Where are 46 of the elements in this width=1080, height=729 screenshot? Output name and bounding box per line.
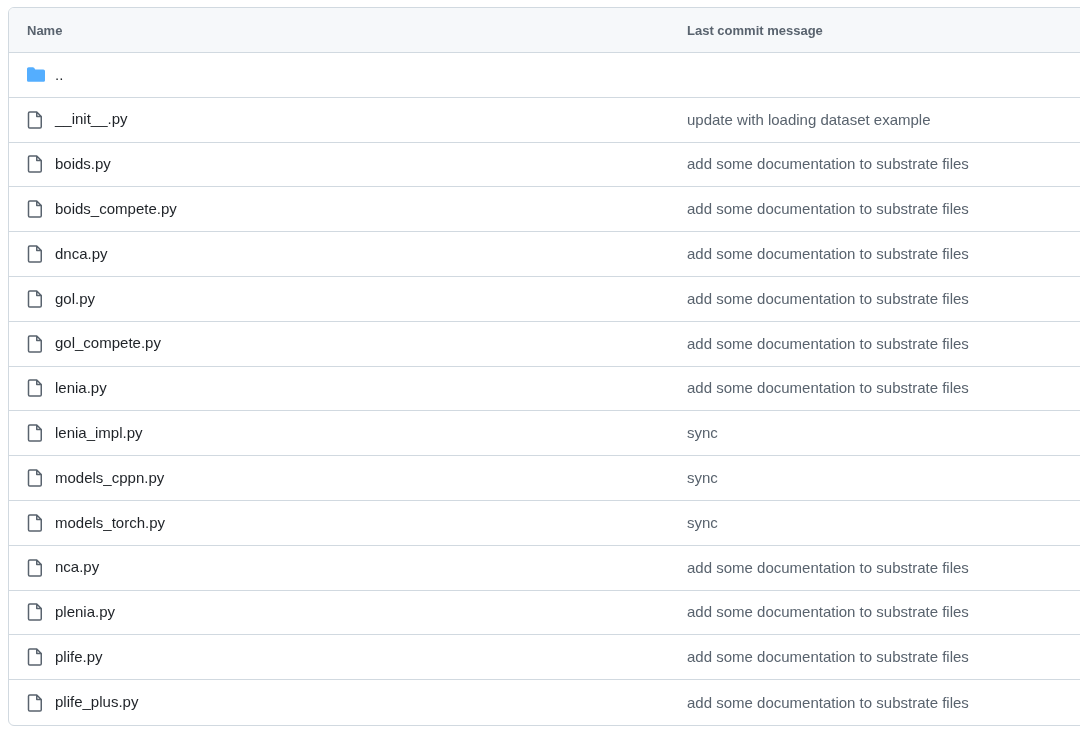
- commit-message-link[interactable]: add some documentation to substrate files: [687, 200, 969, 218]
- file-link[interactable]: gol.py: [55, 287, 96, 311]
- file-link[interactable]: plenia.py: [55, 601, 116, 624]
- file-icon: [27, 200, 43, 219]
- file-icon: [27, 469, 43, 488]
- file-icon: [27, 648, 43, 667]
- column-header: Last commit message: [687, 23, 823, 38]
- file-link[interactable]: plife_plus.py: [55, 691, 139, 714]
- commit-message-link[interactable]: add some documentation to substrate files: [687, 603, 969, 621]
- column-header: Name: [27, 23, 63, 38]
- commit-message-link[interactable]: add some documentation to substrate files: [687, 379, 969, 397]
- file-link[interactable]: boids_compete.py: [55, 198, 177, 221]
- parent-directory-link[interactable]: ..: [55, 63, 64, 87]
- folder-icon: [27, 67, 45, 83]
- file-icon: [27, 424, 43, 443]
- commit-message-link[interactable]: sync: [687, 513, 718, 531]
- file-link[interactable]: lenia_impl.py: [55, 422, 143, 445]
- commit-message-link[interactable]: add some documentation to substrate files: [687, 289, 969, 307]
- file-icon: [27, 155, 43, 174]
- file-icon: [27, 289, 43, 308]
- commit-message-link[interactable]: update with loading dataset example: [687, 110, 931, 128]
- file-link[interactable]: nca.py: [55, 556, 100, 579]
- commit-message-link[interactable]: add some documentation to substrate files: [687, 648, 969, 666]
- file-icon: [27, 110, 43, 129]
- file-link[interactable]: models_cppn.py: [55, 466, 165, 490]
- file-icon: [27, 245, 43, 264]
- file-icon: [27, 558, 43, 577]
- file-link[interactable]: boids.py: [55, 153, 111, 176]
- file-link[interactable]: __init__.py: [55, 108, 128, 131]
- file-icon: [27, 334, 43, 353]
- file-icon: [27, 513, 43, 532]
- file-link[interactable]: lenia.py: [55, 377, 107, 400]
- file-link[interactable]: dnca.py: [55, 242, 108, 266]
- file-icon: [27, 603, 43, 622]
- file-icon: [27, 379, 43, 398]
- file-link[interactable]: plife.py: [55, 646, 103, 669]
- commit-message-link[interactable]: sync: [687, 424, 718, 442]
- commit-message-link[interactable]: add some documentation to substrate files: [687, 693, 969, 711]
- file-link[interactable]: models_torch.py: [55, 511, 166, 535]
- file-link[interactable]: gol_compete.py: [55, 332, 161, 355]
- commit-message-link[interactable]: add some documentation to substrate files: [687, 245, 969, 263]
- commit-message-link[interactable]: add some documentation to substrate files: [687, 334, 969, 352]
- commit-message-link[interactable]: add some documentation to substrate files: [687, 155, 969, 173]
- file-icon: [27, 693, 43, 712]
- commit-message-link[interactable]: sync: [687, 469, 718, 487]
- commit-message-link[interactable]: add some documentation to substrate files: [687, 558, 969, 576]
